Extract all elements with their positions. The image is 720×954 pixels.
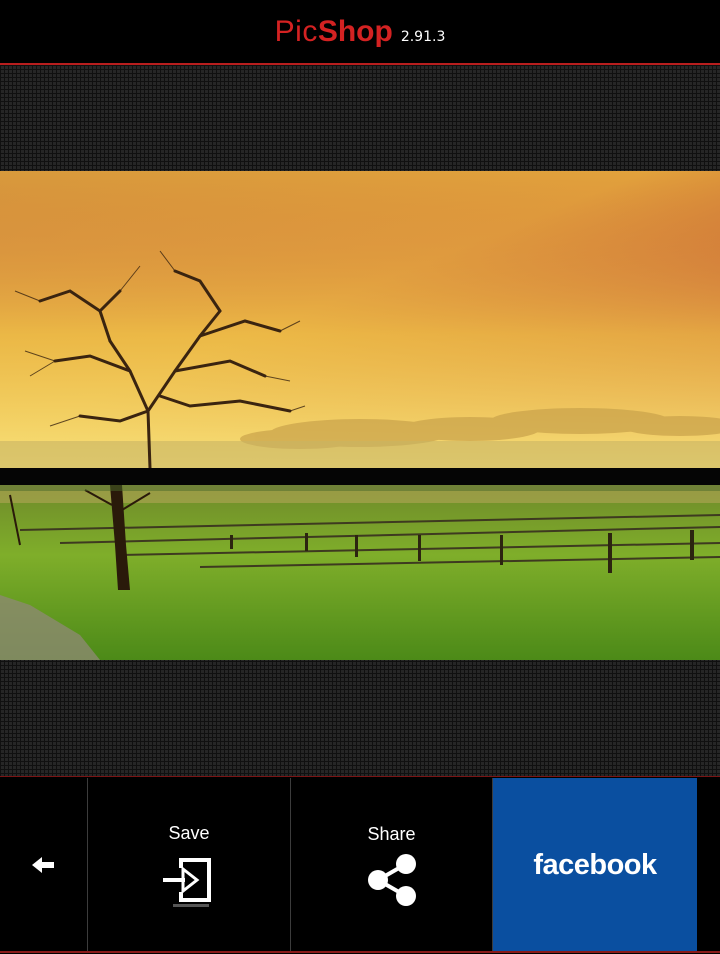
arrow-left-icon — [31, 857, 54, 873]
bottom-toolbar: Save Share facebook — [0, 776, 720, 954]
app-title-pic: Pic — [274, 14, 318, 48]
image-panel-top[interactable] — [0, 171, 720, 468]
sign-in-save-icon — [163, 857, 211, 907]
app-header: Pic Shop 2.91.3 — [0, 0, 720, 65]
back-button[interactable] — [0, 778, 87, 952]
save-label: Save — [168, 822, 210, 843]
share-button[interactable]: Share — [291, 778, 492, 952]
facebook-button[interactable]: facebook — [493, 778, 697, 952]
facebook-logo: facebook — [533, 848, 657, 881]
share-label: Share — [367, 823, 416, 844]
app-title-shop: Shop — [317, 14, 393, 48]
image-gap — [0, 468, 720, 485]
share-icon — [367, 853, 416, 906]
image-panel-bottom[interactable] — [0, 485, 720, 660]
app-version: 2.91.3 — [400, 28, 446, 45]
app-title: Pic Shop 2.91.3 — [275, 15, 446, 49]
toolbar-right-padding — [697, 778, 720, 952]
save-button[interactable]: Save — [88, 778, 290, 952]
